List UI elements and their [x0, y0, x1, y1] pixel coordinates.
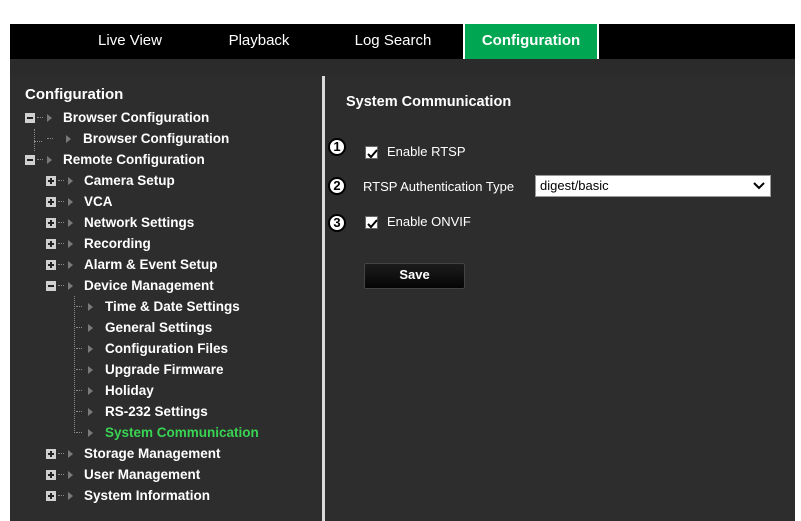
arrow-right-icon: [88, 429, 93, 437]
sub-toolbar: [10, 59, 795, 76]
callout-badge: 1: [328, 138, 346, 156]
tree-connector: [37, 159, 43, 160]
tree-connector: [76, 327, 82, 328]
rtsp-auth-type-select[interactable]: digest/basic: [535, 175, 771, 197]
arrow-right-icon: [88, 345, 93, 353]
callout-badge: 3: [328, 214, 346, 232]
arrow-right-icon: [88, 366, 93, 374]
tree-connector: [58, 180, 64, 181]
arrow-right-icon: [88, 303, 93, 311]
enable-rtsp-label: Enable RTSP: [387, 144, 466, 159]
tree-connector: [34, 141, 42, 142]
rtsp-auth-type-label: RTSP Authentication Type: [363, 179, 515, 194]
sidebar-item-label: Storage Management: [84, 446, 221, 461]
tree-connector: [58, 222, 64, 223]
expand-icon[interactable]: [46, 197, 56, 207]
tree-connector: [76, 411, 82, 412]
tree-connector: [58, 495, 64, 496]
sidebar-item-label: User Management: [84, 467, 201, 482]
sidebar-item-label: Camera Setup: [84, 173, 175, 188]
expand-icon[interactable]: [46, 176, 56, 186]
tab-playback[interactable]: Playback: [206, 24, 312, 59]
expand-icon[interactable]: [46, 260, 56, 270]
enable-onvif-checkbox[interactable]: [365, 216, 378, 229]
arrow-right-icon: [47, 156, 52, 164]
enable-rtsp-checkbox[interactable]: [365, 146, 378, 159]
sidebar-item-label: Upgrade Firmware: [105, 362, 224, 377]
arrow-right-icon: [68, 240, 73, 248]
tree-connector: [47, 138, 53, 139]
expand-icon[interactable]: [46, 239, 56, 249]
expand-icon[interactable]: [46, 218, 56, 228]
rtsp-auth-type-value: digest/basic: [540, 178, 609, 193]
top-navigation-bar: Live View Playback Log Search Configurat…: [10, 24, 795, 59]
sidebar-item-label: Browser Configuration: [83, 131, 230, 146]
sidebar-title: Configuration: [25, 86, 124, 103]
arrow-right-icon: [68, 198, 73, 206]
sidebar-item-label: Browser Configuration: [63, 110, 210, 125]
tab-live-view[interactable]: Live View: [70, 24, 190, 59]
tree-connector: [76, 432, 82, 433]
tab-log-search[interactable]: Log Search: [338, 24, 448, 59]
tree-connector: [76, 306, 82, 307]
tree-connector: [34, 129, 35, 151]
arrow-right-icon: [47, 114, 52, 122]
arrow-right-icon: [68, 261, 73, 269]
arrow-right-icon: [68, 177, 73, 185]
tree-connector: [58, 474, 64, 475]
sidebar-item-label: Remote Configuration: [63, 152, 205, 167]
sidebar-item-label: System Information: [84, 488, 211, 503]
tree-connector: [76, 369, 82, 370]
sidebar-item-label: Configuration Files: [105, 341, 228, 356]
tree-connector: [74, 296, 75, 433]
collapse-icon[interactable]: [46, 281, 56, 291]
tree-connector: [58, 201, 64, 202]
sidebar-item-label: Network Settings: [84, 215, 195, 230]
callout-badge: 2: [328, 177, 346, 195]
arrow-right-icon: [88, 387, 93, 395]
sidebar-item-label: Device Management: [84, 278, 214, 293]
tree-connector: [76, 390, 82, 391]
expand-icon[interactable]: [46, 470, 56, 480]
tab-configuration[interactable]: Configuration: [463, 24, 599, 59]
enable-onvif-label: Enable ONVIF: [387, 214, 471, 229]
arrow-right-icon: [88, 324, 93, 332]
collapse-icon[interactable]: [25, 113, 35, 123]
tree-connector: [58, 285, 64, 286]
page-title: System Communication: [346, 94, 512, 110]
arrow-right-icon: [68, 282, 73, 290]
arrow-right-icon: [68, 492, 73, 500]
arrow-right-icon: [68, 219, 73, 227]
tree-connector: [58, 243, 64, 244]
sidebar-item-label: General Settings: [105, 320, 213, 335]
arrow-right-icon: [88, 408, 93, 416]
sidebar-item-label: System Communication: [105, 425, 259, 440]
tree-connector: [58, 453, 64, 454]
sidebar-item-label: Time & Date Settings: [105, 299, 240, 314]
tree-connector: [58, 264, 64, 265]
configuration-sidebar: Configuration Browser Configuration Brow…: [10, 76, 322, 521]
arrow-right-icon: [66, 135, 71, 143]
chevron-down-icon: [753, 182, 765, 190]
system-communication-panel: System Communication 1 Enable RTSP 2 RTS…: [325, 76, 795, 521]
tree-connector: [76, 348, 82, 349]
expand-icon[interactable]: [46, 491, 56, 501]
sidebar-item-label: Holiday: [105, 383, 154, 398]
expand-icon[interactable]: [46, 449, 56, 459]
collapse-icon[interactable]: [25, 155, 35, 165]
save-button[interactable]: Save: [364, 263, 465, 289]
sidebar-item-label: VCA: [84, 194, 113, 209]
sidebar-item-label: Alarm & Event Setup: [84, 257, 218, 272]
sidebar-item-label: Recording: [84, 236, 151, 251]
arrow-right-icon: [68, 471, 73, 479]
checkmark-icon: [367, 219, 378, 229]
sidebar-item-label: RS-232 Settings: [105, 404, 208, 419]
tree-connector: [37, 117, 43, 118]
checkmark-icon: [367, 149, 378, 159]
arrow-right-icon: [68, 450, 73, 458]
